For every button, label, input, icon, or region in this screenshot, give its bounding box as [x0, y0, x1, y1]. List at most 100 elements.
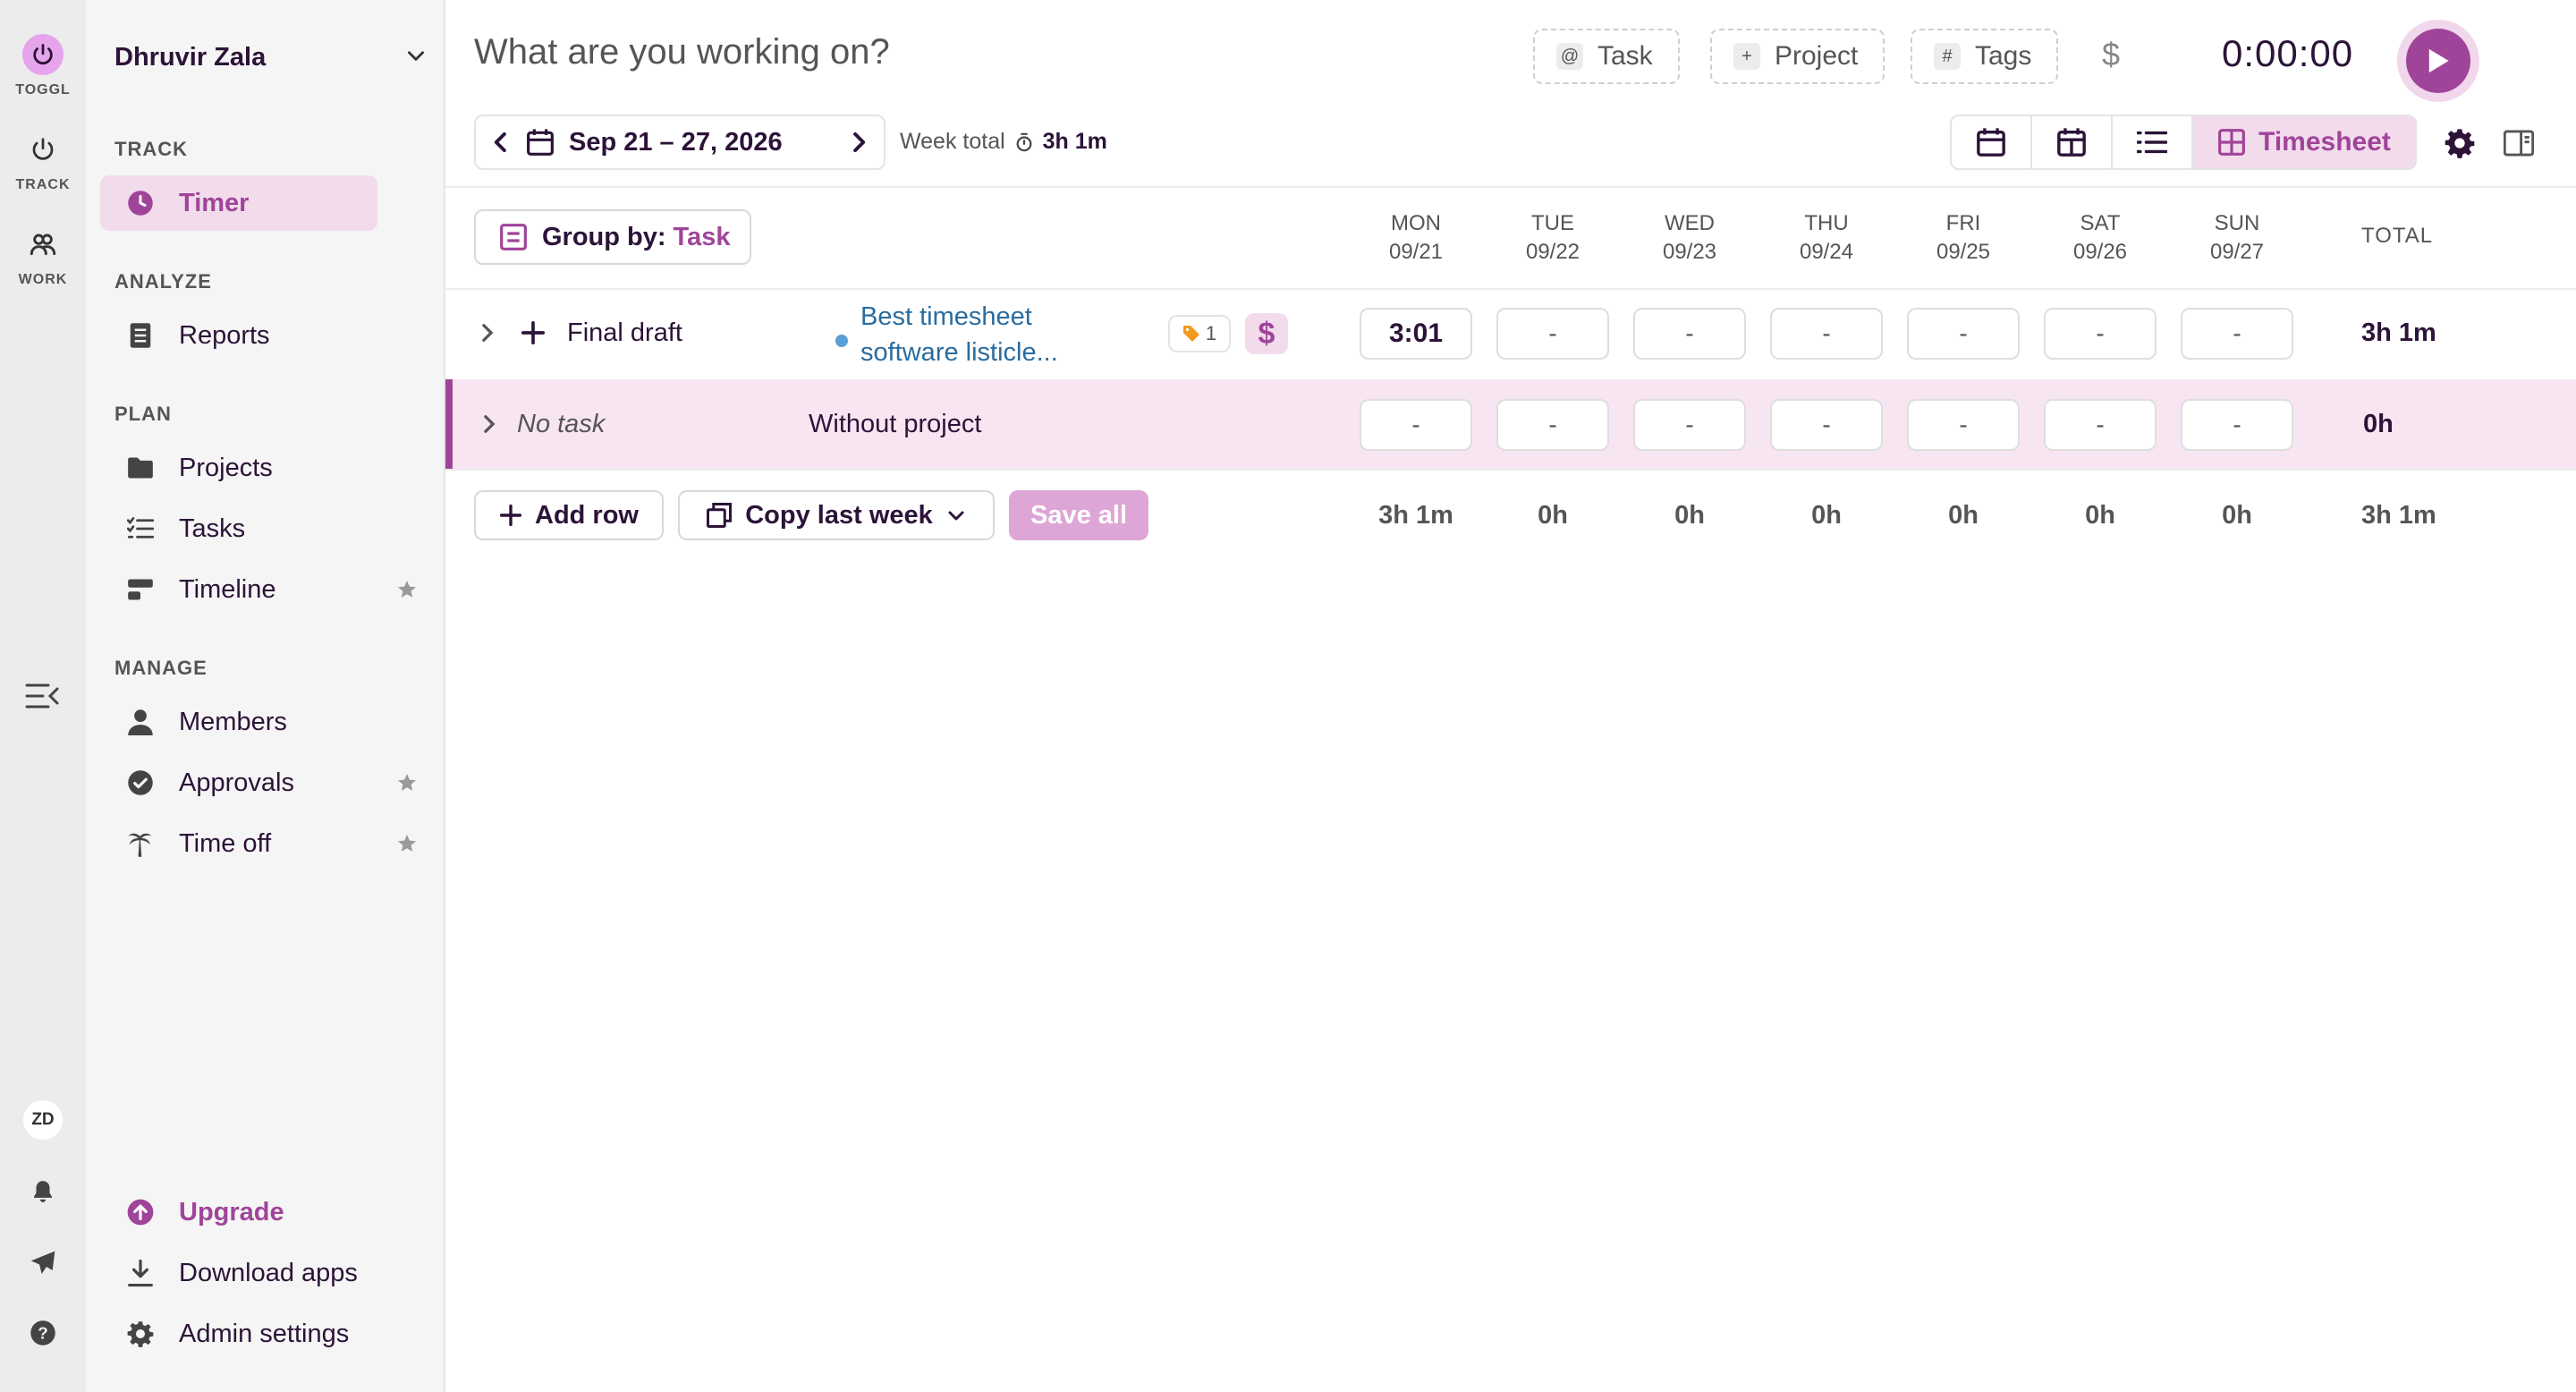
sidebar-item-time-off[interactable]: Time off — [100, 816, 377, 871]
app-root: TOGGL TRACK WORK ZD ? Dhruvir Zala TRACK… — [0, 0, 2576, 1392]
time-cell-sat[interactable]: - — [2044, 308, 2157, 360]
star-icon[interactable] — [394, 830, 420, 857]
sidebar-item-tasks[interactable]: Tasks — [100, 501, 377, 556]
task-name[interactable]: Final draft — [567, 318, 682, 348]
app-rail: TOGGL TRACK WORK ZD ? — [0, 0, 86, 1392]
rail-track[interactable]: TRACK — [0, 129, 86, 193]
day-total-sat: 0h — [2085, 501, 2115, 530]
checklist-icon — [127, 515, 154, 542]
start-timer-button[interactable] — [2397, 20, 2479, 102]
rail-work[interactable]: WORK — [0, 224, 86, 288]
list-view-button[interactable] — [2113, 116, 2193, 168]
at-icon: @ — [1556, 43, 1583, 70]
date-range-label[interactable]: Sep 21 – 27, 2026 — [569, 128, 834, 157]
plus-icon — [499, 504, 522, 527]
sidebar-item-timer[interactable]: Timer — [100, 175, 377, 231]
time-cell-fri[interactable]: - — [1907, 308, 2020, 360]
project-link[interactable]: Best timesheet software listicle... — [835, 299, 1122, 370]
gear-icon[interactable] — [2442, 125, 2478, 161]
task-chip-label: Task — [1597, 41, 1653, 71]
time-cell-mon[interactable]: 3:01 — [1360, 308, 1472, 360]
day-total-mon: 3h 1m — [1378, 501, 1453, 530]
collapse-sidebar-icon[interactable] — [21, 675, 64, 717]
divider — [445, 186, 2576, 188]
timesheet-view-button[interactable]: Timesheet — [2193, 116, 2415, 168]
side-panel-icon[interactable] — [2501, 125, 2537, 161]
rail-label-work: WORK — [18, 272, 68, 287]
copy-last-week-button[interactable]: Copy last week — [678, 490, 995, 540]
next-week-button[interactable] — [834, 116, 884, 168]
sidebar-item-label: Projects — [179, 453, 273, 482]
star-icon[interactable] — [394, 769, 420, 796]
avatar-initials: ZD — [23, 1100, 63, 1140]
day-header-wed: WED 09/23 — [1662, 211, 1717, 264]
help-icon[interactable]: ? — [21, 1311, 64, 1354]
project-name[interactable]: Without project — [809, 410, 981, 439]
svg-text:?: ? — [38, 1323, 47, 1342]
sidebar-item-projects[interactable]: Projects — [100, 440, 377, 496]
project-chip-label: Project — [1775, 41, 1859, 71]
billable-badge[interactable]: $ — [1245, 313, 1288, 354]
sidebar-item-label: Timeline — [179, 574, 276, 604]
workspace-switcher[interactable]: Dhruvir Zala — [114, 36, 428, 79]
save-all-button[interactable]: Save all — [1009, 490, 1148, 540]
add-row-button[interactable]: Add row — [474, 490, 664, 540]
calendar-icon[interactable] — [526, 128, 555, 157]
time-cell-tue[interactable]: - — [1496, 399, 1609, 451]
sidebar-item-members[interactable]: Members — [100, 694, 377, 750]
sidebar-item-admin-settings[interactable]: Admin settings — [100, 1306, 377, 1362]
week-total-value: 3h 1m — [1042, 129, 1107, 154]
time-cell-sun[interactable]: - — [2181, 308, 2293, 360]
group-by-button[interactable]: Group by: Task — [474, 209, 751, 265]
chevron-right-icon[interactable] — [478, 408, 501, 440]
tag-badge[interactable]: 1 — [1168, 315, 1231, 352]
row-total: 3h 1m — [2361, 318, 2436, 347]
time-cell-mon[interactable]: - — [1360, 399, 1472, 451]
sidebar-item-approvals[interactable]: Approvals — [100, 755, 377, 811]
time-cell-thu[interactable]: - — [1770, 308, 1883, 360]
tags-chip-label: Tags — [1975, 41, 2032, 71]
day-total-fri: 0h — [1948, 501, 1979, 530]
time-cell-thu[interactable]: - — [1770, 399, 1883, 451]
project-color-dot — [835, 335, 848, 347]
date-range-picker: Sep 21 – 27, 2026 — [474, 115, 886, 170]
time-cell-sat[interactable]: - — [2044, 399, 2157, 451]
sidebar-item-label: Admin settings — [179, 1319, 350, 1348]
description-input[interactable]: What are you working on? — [474, 32, 890, 72]
gear-icon — [127, 1320, 154, 1347]
calendar-view-button[interactable] — [1952, 116, 2032, 168]
workspace-name: Dhruvir Zala — [114, 42, 267, 72]
project-chip[interactable]: + Project — [1710, 29, 1885, 84]
sidebar: Dhruvir Zala TRACK Timer ANALYZE Reports… — [86, 0, 445, 1392]
time-cell-wed[interactable]: - — [1633, 308, 1746, 360]
divider — [445, 469, 2576, 471]
send-icon[interactable] — [21, 1242, 64, 1285]
bell-icon[interactable] — [21, 1170, 64, 1213]
sidebar-item-label: Timer — [179, 188, 250, 217]
time-cell-fri[interactable]: - — [1907, 399, 2020, 451]
billable-toggle[interactable]: $ — [2102, 36, 2120, 73]
day-header-mon: MON 09/21 — [1388, 211, 1444, 264]
arrow-up-circle-icon — [127, 1199, 154, 1226]
week-total-label: Week total — [900, 129, 1005, 154]
tags-chip[interactable]: # Tags — [1911, 29, 2059, 84]
sidebar-item-upgrade[interactable]: Upgrade — [100, 1184, 377, 1240]
week-view-button[interactable] — [2032, 116, 2113, 168]
sidebar-item-download-apps[interactable]: Download apps — [100, 1245, 377, 1301]
check-circle-icon — [127, 769, 154, 796]
time-cell-wed[interactable]: - — [1633, 399, 1746, 451]
rail-toggl[interactable]: TOGGL — [0, 34, 86, 98]
star-icon[interactable] — [394, 576, 420, 603]
sidebar-item-timeline[interactable]: Timeline — [100, 562, 377, 617]
total-header: TOTAL — [2361, 224, 2434, 248]
add-entry-icon[interactable] — [517, 315, 549, 351]
group-by-label: Group by: — [542, 222, 666, 251]
time-cell-sun[interactable]: - — [2181, 399, 2293, 451]
time-cell-tue[interactable]: - — [1496, 308, 1609, 360]
chevron-right-icon[interactable] — [476, 317, 499, 349]
task-chip[interactable]: @ Task — [1533, 29, 1680, 84]
avatar[interactable]: ZD — [21, 1099, 64, 1142]
task-name[interactable]: No task — [517, 410, 605, 439]
sidebar-item-reports[interactable]: Reports — [100, 308, 377, 363]
previous-week-button[interactable] — [476, 116, 526, 168]
